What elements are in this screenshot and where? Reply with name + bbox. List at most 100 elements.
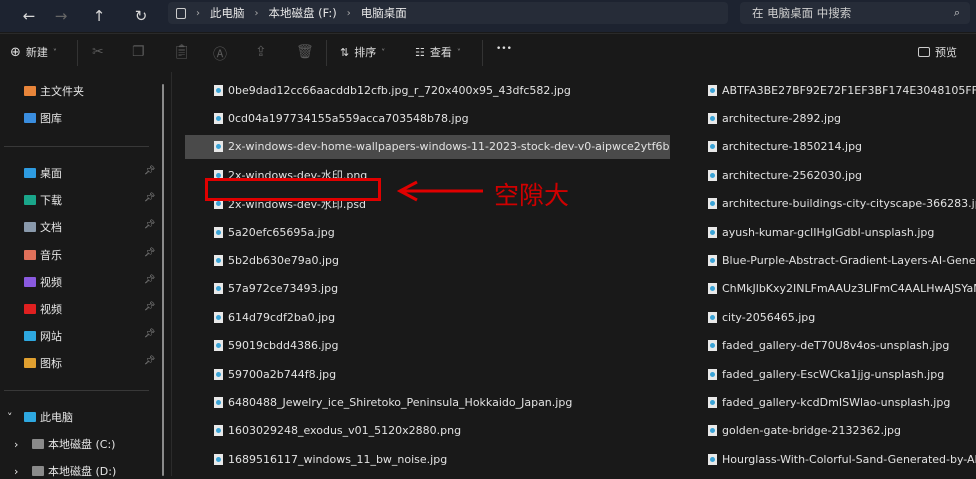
file-item[interactable]: Blue-Purple-Abstract-Gradient-Layers-AI-… — [679, 248, 976, 272]
file-item[interactable]: faded_gallery-deT70U8v4os-unsplash.jpg — [679, 334, 976, 358]
sidebar-item-pinned-3[interactable]: 音乐 — [24, 247, 62, 263]
breadcrumb-desktop[interactable]: 电脑桌面 — [361, 5, 407, 21]
image-file-icon — [214, 453, 223, 465]
-drive-1-folder-icon — [32, 466, 44, 476]
file-item[interactable]: 1603029248_exodus_v01_5120x2880.png — [185, 419, 670, 443]
file-item[interactable]: 59700a2b744f8.jpg — [185, 362, 670, 386]
chevron-down-icon[interactable]: ˅ — [7, 409, 13, 425]
file-name: architecture-2892.jpg — [722, 111, 842, 125]
sidebar-item-pinned-0[interactable]: 桌面 — [24, 165, 62, 181]
file-name: 2x-windows-dev-home-wallpapers-windows-1… — [228, 140, 670, 154]
file-name: 1603029248_exodus_v01_5120x2880.png — [228, 424, 462, 438]
sidebar-item-drive-1[interactable]: 本地磁盘 (D:) — [32, 463, 116, 479]
chevron-right-icon[interactable]: › — [14, 463, 18, 479]
preview-button[interactable]: 预览 — [918, 44, 957, 60]
pin-icon[interactable]: 📌︎ — [144, 275, 155, 285]
search-input[interactable]: 在 电脑桌面 中搜索 ⌕ — [740, 2, 970, 24]
file-item[interactable]: 57a972ce73493.jpg — [185, 277, 670, 301]
file-name: 5a20efc65695a.jpg — [228, 225, 335, 239]
sidebar-item-top-1[interactable]: 图库 — [24, 110, 62, 126]
image-file-icon — [214, 368, 223, 380]
file-item[interactable]: golden-gate-bridge-2132362.jpg — [679, 419, 976, 443]
breadcrumb-drive-f[interactable]: 本地磁盘 (F:) — [269, 5, 337, 21]
pin-icon[interactable]: 📌︎ — [144, 220, 155, 230]
cut-icon[interactable]: ✂ — [92, 44, 104, 60]
file-item[interactable]: architecture-1850214.jpg — [679, 135, 976, 159]
sidebar-item-pinned-2[interactable]: 文档 — [24, 219, 62, 235]
pin-icon[interactable]: 📌︎ — [144, 329, 155, 339]
file-item[interactable]: architecture-buildings-city-cityscape-36… — [679, 192, 976, 216]
file-name: faded_gallery-kcdDmISWlao-unsplash.jpg — [722, 395, 951, 409]
address-bar[interactable]: › 此电脑 › 本地磁盘 (F:) › 电脑桌面 — [168, 2, 728, 24]
image-file-icon — [708, 425, 717, 437]
annotation-arrow-icon — [396, 180, 483, 202]
sidebar-item-label: 文档 — [40, 221, 62, 235]
view-button[interactable]: ☷ 查看 ˅ — [415, 44, 461, 60]
delete-icon[interactable]: 🗑︎ — [296, 44, 314, 60]
sidebar-item-pinned-7[interactable]: 图标 — [24, 355, 62, 371]
sidebar-item-pinned-6[interactable]: 网站 — [24, 328, 62, 344]
chevron-down-icon: ˅ — [52, 47, 57, 57]
file-item[interactable]: 6480488_Jewelry_ice_Shiretoko_Peninsula_… — [185, 390, 670, 414]
up-button[interactable]: ↑ — [88, 5, 110, 27]
file-name: golden-gate-bridge-2132362.jpg — [722, 424, 902, 438]
file-item[interactable]: 59019cbdd4386.jpg — [185, 334, 670, 358]
breadcrumb-this-pc[interactable]: 此电脑 — [210, 5, 245, 21]
file-item[interactable]: 0be9dad12cc66aacddb12cfb.jpg_r_720x400x9… — [185, 78, 670, 102]
navigation-pane: 主文件夹图库桌面 📌︎ 下载 📌︎ 文档 📌︎ 音乐 📌︎ 视频 📌︎ 视频 📌︎ 网站 📌︎ 图标 📌︎ ˅ 此… — [0, 72, 172, 479]
image-file-icon — [708, 254, 717, 266]
preview-label: 预览 — [935, 46, 957, 59]
image-file-icon — [708, 84, 717, 96]
file-name: architecture-buildings-city-cityscape-36… — [722, 197, 976, 211]
copy-icon[interactable]: ❐ — [132, 44, 145, 60]
forward-button[interactable]: → — [50, 5, 72, 27]
image-file-icon — [214, 340, 223, 352]
sidebar-scrollbar[interactable] — [162, 84, 164, 476]
file-item[interactable]: architecture-2562030.jpg — [679, 163, 976, 187]
new-label: 新建 — [25, 46, 48, 59]
sidebar-item-label: 视频 — [40, 303, 62, 316]
sort-button[interactable]: ⇅ 排序 ˅ — [340, 44, 385, 60]
more-button[interactable]: ••• — [496, 44, 512, 54]
file-item[interactable]: city-2056465.jpg — [679, 305, 976, 329]
command-bar: ⊕ 新建 ˅ ✂ ❐ 📋︎ Ⓐ ⇪ 🗑︎ ⇅ 排序 ˅ ☷ 查看 ˅ ••• 预览 — [0, 33, 976, 71]
paste-icon[interactable]: 📋︎ — [173, 44, 191, 60]
rename-icon[interactable]: Ⓐ — [213, 44, 227, 64]
plus-circle-icon: ⊕ — [10, 44, 21, 60]
file-name: 5b2db630e79a0.jpg — [228, 253, 339, 267]
file-item[interactable]: 5b2db630e79a0.jpg — [185, 248, 670, 272]
file-item[interactable]: faded_gallery-EscWCka1jjg-unsplash.jpg — [679, 362, 976, 386]
back-button[interactable]: ← — [18, 5, 40, 27]
chevron-right-icon[interactable]: › — [14, 436, 18, 452]
file-item[interactable]: architecture-2892.jpg — [679, 106, 976, 130]
file-item[interactable]: faded_gallery-kcdDmISWlao-unsplash.jpg — [679, 390, 976, 414]
image-file-icon — [708, 453, 717, 465]
share-icon[interactable]: ⇪ — [255, 44, 267, 60]
file-item[interactable]: ABTFA3BE27BF92E72F1EF3BF174E3048105FF7EE… — [679, 78, 976, 102]
sidebar-item-pinned-5[interactable]: 视频 — [24, 301, 62, 317]
file-item[interactable]: 614d79cdf2ba0.jpg — [185, 305, 670, 329]
image-file-icon — [214, 254, 223, 266]
sidebar-item-pinned-1[interactable]: 下载 — [24, 192, 62, 208]
sidebar-item-pinned-4[interactable]: 视频 — [24, 274, 62, 290]
file-item[interactable]: 5a20efc65695a.jpg — [185, 220, 670, 244]
file-item[interactable]: 2x-windows-dev-home-wallpapers-windows-1… — [185, 134, 670, 159]
file-item[interactable]: Hourglass-With-Colorful-Sand-Generated-b… — [679, 447, 976, 471]
file-item[interactable]: ChMkJlbKxy2INLFmAAUz3LlFmC4AALHwAJSYaMAB — [679, 277, 976, 301]
sidebar-item-this-pc[interactable]: 此电脑 — [24, 409, 73, 425]
pin-icon[interactable]: 📌︎ — [144, 193, 155, 203]
sidebar-item-drive-0[interactable]: 本地磁盘 (C:) — [32, 436, 115, 452]
file-item[interactable]: 0cd04a197734155a559acca703548b78.jpg — [185, 106, 670, 130]
pin-icon[interactable]: 📌︎ — [144, 302, 155, 312]
file-item[interactable]: ayush-kumar-gclIHgIGdbI-unsplash.jpg — [679, 220, 976, 244]
file-name: 614d79cdf2ba0.jpg — [228, 310, 336, 324]
pin-icon[interactable]: 📌︎ — [144, 248, 155, 258]
pin-icon[interactable]: 📌︎ — [144, 356, 155, 366]
new-button[interactable]: ⊕ 新建 ˅ — [10, 44, 57, 60]
pin-icon[interactable]: 📌︎ — [144, 166, 155, 176]
refresh-button[interactable]: ↻ — [130, 5, 152, 27]
sidebar-item-label: 桌面 — [40, 167, 62, 180]
file-item[interactable]: 1689516117_windows_11_bw_noise.jpg — [185, 447, 670, 471]
sidebar-item-top-0[interactable]: 主文件夹 — [24, 83, 84, 99]
image-file-icon — [214, 84, 223, 96]
